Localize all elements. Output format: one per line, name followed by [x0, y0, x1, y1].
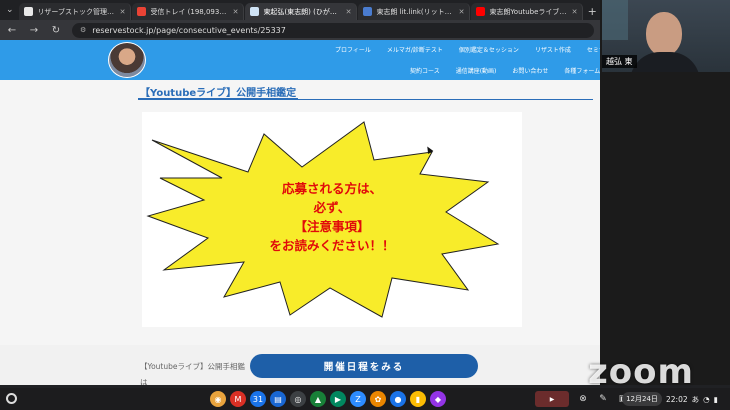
browser-tab[interactable]: 東起弘(東志朗) (ひがしたけ ✕	[245, 3, 358, 20]
notice-line-1: 応募される方は、	[281, 181, 382, 196]
litlink-favicon	[363, 7, 373, 16]
stop-share-icon[interactable]: ⊗	[576, 391, 590, 407]
app-shelf: ◉ M 31 ▤ ◎ ▲ ▶ Z ✿ ● ▮ ◆	[210, 391, 446, 407]
close-icon[interactable]: ✕	[346, 8, 352, 16]
drive-icon[interactable]: ▲	[310, 391, 326, 407]
close-icon[interactable]: ✕	[572, 8, 578, 16]
description-text: 【Youtubeライブ】公開手相鑑	[140, 362, 245, 371]
ime-indicator: あ	[691, 394, 700, 404]
site-nav-item[interactable]: 各種フォーム	[564, 66, 600, 75]
camera-icon[interactable]: ◎	[290, 391, 306, 407]
background-window	[602, 0, 628, 40]
site-nav-item[interactable]: セミナー＆...	[587, 45, 600, 54]
youtube-favicon	[476, 7, 486, 16]
app-icon[interactable]: ◆	[430, 391, 446, 407]
zoom-icon[interactable]: Z	[350, 391, 366, 407]
chrome-icon[interactable]: ◉	[210, 391, 226, 407]
browser-tab[interactable]: 東志朗Youtubeライブ公開手 ✕	[471, 3, 584, 20]
site-nav-item[interactable]: リザスト作成	[535, 45, 571, 54]
back-icon[interactable]: ←	[6, 25, 18, 36]
launcher-icon[interactable]	[6, 393, 17, 404]
address-bar[interactable]: ⚙ reservestock.jp/page/consecutive_event…	[72, 22, 594, 38]
page-title: 【Youtubeライブ】公開手相鑑定	[140, 88, 297, 99]
screen: ⌄ リザーブストック管理モード ✕ 受信トレイ (198,093) - takes ✕…	[0, 0, 730, 410]
close-icon[interactable]: ✕	[459, 8, 465, 16]
site-header: プロフィール メルマガ/診断テスト 個別鑑定＆セッション リザスト作成 セミナー＆...…	[0, 40, 600, 80]
keep-icon[interactable]: ▮	[410, 391, 426, 407]
participant-name-tag: 越弘 東	[602, 55, 637, 68]
page-favicon	[250, 7, 260, 16]
battery-icon: ▮	[713, 394, 718, 404]
notice-line-4: をお読みください！！	[269, 238, 395, 253]
site-nav-item[interactable]: 契約コース	[410, 66, 440, 75]
tab-bar: ⌄ リザーブストック管理モード ✕ 受信トレイ (198,093) - takes ✕…	[0, 0, 600, 20]
new-tab-button[interactable]: +	[584, 3, 600, 20]
browser-toolbar: ← → ↻ ⚙ reservestock.jp/page/consecutive…	[0, 20, 600, 40]
description-text-2: は	[140, 378, 148, 385]
site-nav-item[interactable]: 通信講座(動画)	[456, 66, 497, 75]
tab-label: 受信トレイ (198,093) - takes	[150, 7, 228, 16]
site-nav-item[interactable]: メルマガ/診断テスト	[387, 45, 443, 54]
media-thumbnail[interactable]: ▶	[535, 391, 569, 407]
site-nav-item[interactable]: お問い合わせ	[512, 66, 548, 75]
zoom-watermark: zoom	[588, 352, 694, 392]
tab-label: 東起弘(東志朗) (ひがしたけ	[263, 7, 341, 16]
browser-tab[interactable]: リザーブストック管理モード ✕	[19, 3, 132, 20]
status-area[interactable]: 22:02 あ ◔ ▮	[666, 392, 718, 406]
date-pill[interactable]: 12月24日	[622, 392, 662, 406]
browser-tab[interactable]: 受信トレイ (198,093) - takes ✕	[132, 3, 245, 20]
close-icon[interactable]: ✕	[233, 8, 239, 16]
notice-text: 応募される方は、 必ず、 【注意事項】 をお読みください！！	[232, 179, 432, 255]
browser-tab[interactable]: 東志朗 lit.link(リットリンク) ✕	[358, 3, 471, 20]
calendar-icon[interactable]: 31	[250, 391, 266, 407]
avatar[interactable]	[108, 42, 146, 78]
tab-label: 東志朗Youtubeライブ公開手	[489, 7, 567, 16]
site-nav-row-1: プロフィール メルマガ/診断テスト 個別鑑定＆セッション リザスト作成 セミナー＆...	[335, 45, 600, 54]
tab-label: 東志朗 lit.link(リットリンク)	[376, 7, 454, 16]
notice-line-2: 必ず、	[313, 200, 351, 215]
web-page: プロフィール メルマガ/診断テスト 個別鑑定＆セッション リザスト作成 セミナー＆...…	[0, 40, 600, 385]
reload-icon[interactable]: ↻	[50, 25, 62, 36]
site-info-icon[interactable]: ⚙	[80, 26, 86, 34]
photos-icon[interactable]: ✿	[370, 391, 386, 407]
contacts-icon[interactable]: ●	[390, 391, 406, 407]
page-favicon	[24, 7, 34, 16]
files-icon[interactable]: ▤	[270, 391, 286, 407]
tab-label: リザーブストック管理モード	[37, 7, 115, 16]
person-head	[646, 12, 682, 56]
url-text: reservestock.jp/page/consecutive_events/…	[92, 25, 286, 35]
notice-flyer-image: 応募される方は、 必ず、 【注意事項】 をお読みください！！	[142, 112, 522, 327]
play-store-icon[interactable]: ▶	[330, 391, 346, 407]
wifi-icon: ◔	[703, 394, 710, 404]
site-nav-row-2: 契約コース通信講座(動画)お問い合わせ各種フォームお	[410, 66, 600, 75]
pen-icon[interactable]: ✎	[596, 391, 610, 407]
tab-search-icon[interactable]: ⌄	[0, 0, 19, 20]
site-nav-item[interactable]: プロフィール	[335, 45, 371, 54]
notice-line-3: 【注意事項】	[294, 219, 370, 234]
site-nav-item[interactable]: 個別鑑定＆セッション	[459, 45, 519, 54]
gmail-favicon	[137, 7, 147, 16]
forward-icon[interactable]: →	[28, 25, 40, 36]
participant-video[interactable]: 越弘 東	[602, 0, 730, 72]
view-schedule-button[interactable]: 開催日程をみる	[250, 354, 478, 378]
gmail-icon[interactable]: M	[230, 391, 246, 407]
close-icon[interactable]: ✕	[120, 8, 126, 16]
title-accent-line	[138, 98, 298, 100]
clock: 22:02	[666, 394, 688, 404]
person-body	[630, 52, 700, 72]
